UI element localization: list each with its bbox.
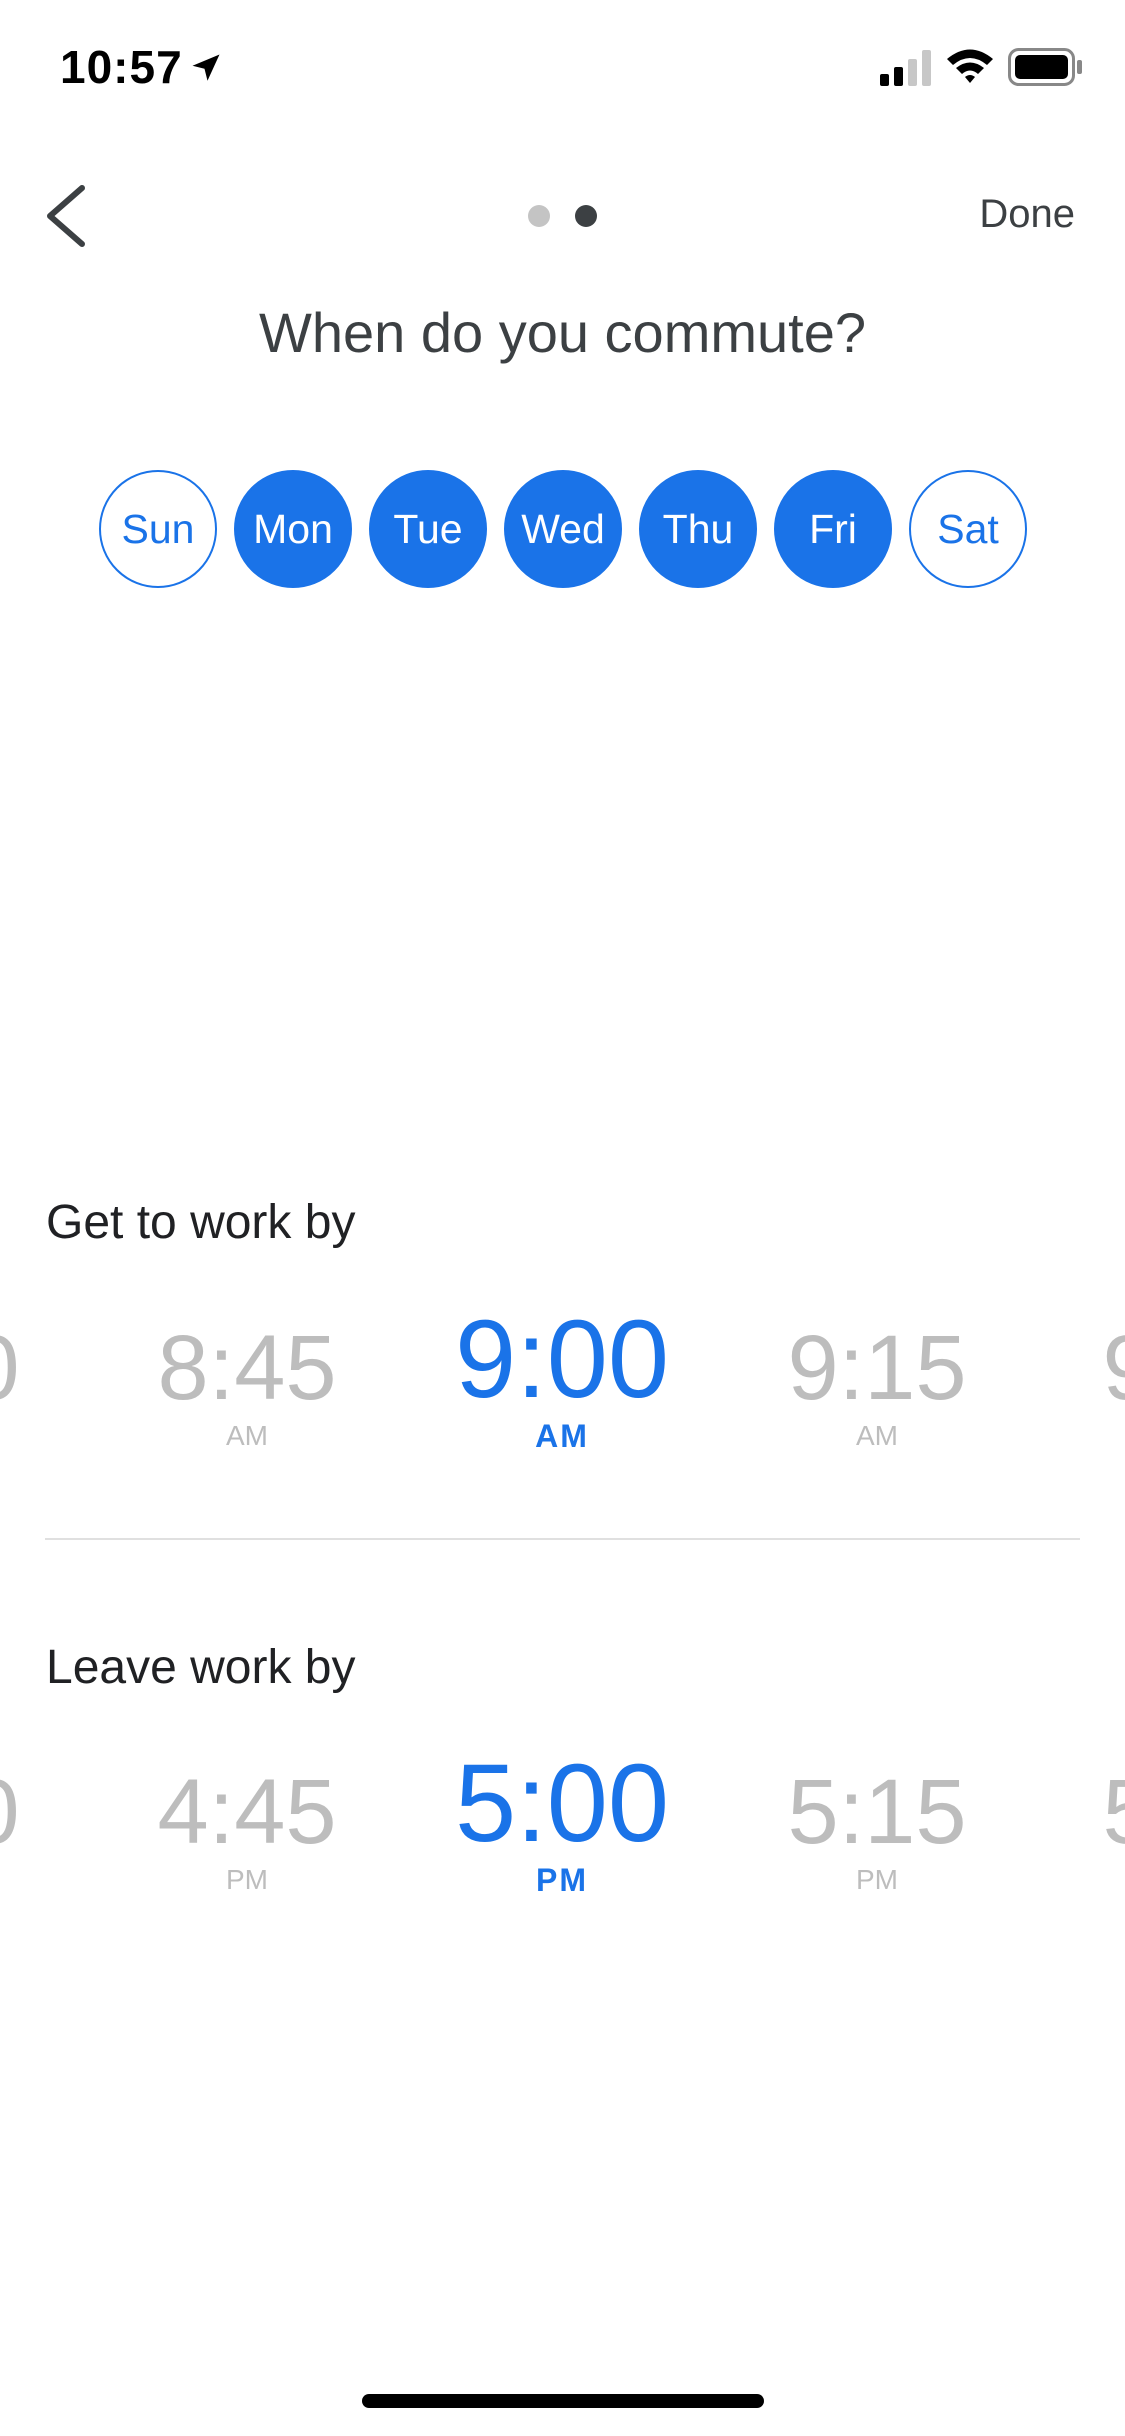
wifi-icon	[944, 46, 996, 86]
day-fri-toggle[interactable]: Fri	[774, 470, 892, 588]
time-period: PM	[226, 1864, 268, 1895]
day-wed-toggle[interactable]: Wed	[504, 470, 622, 588]
day-label: Sun	[121, 505, 195, 552]
day-label: Wed	[521, 505, 605, 552]
location-arrow-icon	[188, 50, 224, 86]
home-indicator	[362, 2394, 764, 2408]
time-option[interactable]: 4:30 PM	[0, 1762, 20, 1896]
leave-label: Leave work by	[46, 1641, 356, 1694]
selected-time-period: PM	[536, 1862, 588, 1898]
time-value: 9:15	[787, 1317, 967, 1419]
time-option[interactable]: 9:30 AM	[1102, 1318, 1125, 1452]
time-option[interactable]: 8:30 AM	[0, 1318, 20, 1452]
status-bar: 10:57	[0, 0, 1125, 132]
arrive-time-picker[interactable]: 8:30 AM 8:45 AM 9:00 AM 9:15 AM 9:30 AM	[0, 1308, 1125, 1488]
done-button[interactable]: Done	[979, 192, 1075, 237]
time-period: AM	[0, 1420, 20, 1452]
day-mon-toggle[interactable]: Mon	[234, 470, 352, 588]
time-option-selected[interactable]: 9:00 AM	[455, 1308, 669, 1455]
time-option[interactable]: 5:30 PM	[1102, 1762, 1125, 1896]
day-label: Fri	[809, 505, 857, 552]
arrive-label: Get to work by	[46, 1196, 356, 1249]
day-tue-toggle[interactable]: Tue	[369, 470, 487, 588]
back-button[interactable]	[36, 180, 96, 252]
time-value: 4:30	[0, 1762, 20, 1862]
time-option[interactable]: 5:15 PM	[787, 1762, 966, 1896]
day-label: Thu	[662, 505, 734, 552]
time-option-selected[interactable]: 5:00 PM	[455, 1752, 669, 1899]
page-dot-2	[575, 205, 597, 227]
chevron-left-icon	[47, 185, 85, 247]
time-period: PM	[1102, 1864, 1125, 1896]
day-label: Sat	[937, 505, 999, 552]
selected-time-value: 9:00	[454, 1308, 670, 1421]
time-option[interactable]: 4:45 PM	[157, 1762, 336, 1896]
time-period: AM	[856, 1420, 898, 1451]
time-option[interactable]: 8:45 AM	[157, 1318, 336, 1452]
leave-time-picker[interactable]: 4:30 PM 4:45 PM 5:00 PM 5:15 PM 5:30 PM	[0, 1752, 1125, 1932]
section-divider	[45, 1538, 1080, 1540]
cellular-signal-icon	[880, 50, 936, 86]
time-value: 8:45	[157, 1317, 337, 1419]
status-time: 10:57	[60, 41, 183, 93]
page-title: When do you commute?	[259, 301, 866, 364]
time-period: PM	[0, 1864, 20, 1896]
selected-time-value: 5:00	[454, 1752, 670, 1865]
time-period: AM	[226, 1420, 268, 1451]
day-thu-toggle[interactable]: Thu	[639, 470, 757, 588]
page-indicator	[522, 205, 602, 227]
day-label: Mon	[253, 505, 333, 552]
page-dot-1	[528, 205, 550, 227]
time-period: AM	[1102, 1420, 1125, 1452]
time-value: 4:45	[157, 1761, 337, 1863]
time-period: PM	[856, 1864, 898, 1895]
time-value: 5:15	[787, 1761, 967, 1863]
day-selector: Sun Mon Tue Wed Thu Fri Sat	[99, 470, 1027, 588]
time-value: 9:30	[1102, 1318, 1125, 1418]
day-sun-toggle[interactable]: Sun	[99, 470, 217, 588]
day-sat-toggle[interactable]: Sat	[909, 470, 1027, 588]
time-value: 8:30	[0, 1318, 20, 1418]
battery-icon	[1008, 48, 1084, 86]
day-label: Tue	[393, 505, 463, 552]
time-option[interactable]: 9:15 AM	[787, 1318, 966, 1452]
selected-time-period: AM	[535, 1418, 589, 1454]
time-value: 5:30	[1102, 1762, 1125, 1862]
